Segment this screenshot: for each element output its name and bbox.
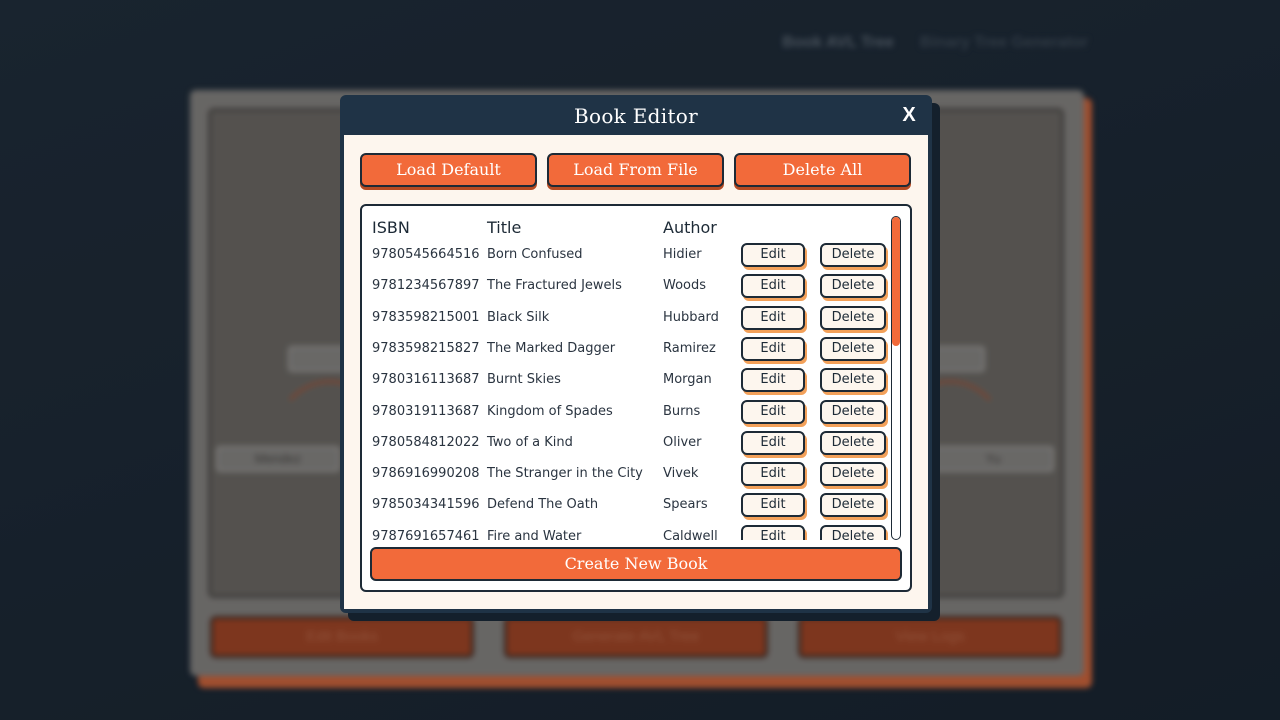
book-author: Hidier xyxy=(663,247,702,262)
book-author: Hubbard xyxy=(663,309,719,325)
table-row: 9780545664516 Born Confused Hidier Edit Dele… xyxy=(362,243,890,274)
modal-header: Book Editor X xyxy=(340,95,932,135)
table-row: 9785034341596 Defend The Oath Spears Edit De… xyxy=(362,493,890,524)
table-row: 9783598215001 Black Silk Hubbard Edit Delete xyxy=(362,305,890,337)
book-editor-modal: Book Editor X Load Default Load From Fil… xyxy=(340,95,932,613)
book-author: Vivek xyxy=(663,466,699,482)
edit-button[interactable]: Edit xyxy=(741,430,805,455)
delete-button[interactable]: Delete xyxy=(820,462,886,487)
book-author: Burns xyxy=(663,403,701,419)
book-author: Caldwell xyxy=(663,528,718,540)
book-isbn: 9781234567897 xyxy=(372,278,480,294)
book-isbn: 9780319113687 xyxy=(372,403,480,419)
book-author: Morgan xyxy=(663,372,712,388)
table-row: 9781234567897 The Fractured Jewels Woods Ed… xyxy=(362,274,890,305)
book-title: The Marked Dagger xyxy=(487,340,616,356)
table-row: 9786916990208 The Stranger in the City Viv… xyxy=(362,462,890,493)
delete-button[interactable]: Delete xyxy=(820,430,886,455)
delete-button[interactable]: Delete xyxy=(820,368,886,393)
table-row: 9787691657461 Fire and Water Caldwell Edit D… xyxy=(362,524,890,540)
delete-button[interactable]: Delete xyxy=(820,305,886,330)
book-author: Woods xyxy=(663,278,707,294)
modal-title: Book Editor xyxy=(574,104,698,128)
book-title: Defend The Oath xyxy=(487,497,599,513)
edit-button[interactable]: Edit xyxy=(741,274,805,299)
book-isbn: 9785034341596 xyxy=(372,497,480,513)
book-author: Ramirez xyxy=(663,340,716,356)
book-author: Spears xyxy=(663,497,708,513)
book-title: Two of a Kind xyxy=(487,434,573,450)
edit-button[interactable]: Edit xyxy=(741,493,805,518)
book-title: Kingdom of Spades xyxy=(487,403,613,419)
delete-button[interactable]: Delete xyxy=(820,274,886,299)
book-title: The Fractured Jewels xyxy=(487,278,622,294)
create-new-book-button[interactable]: Create New Book xyxy=(370,547,902,581)
book-title: Burnt Skies xyxy=(487,372,561,388)
scrollbar-track[interactable] xyxy=(891,216,901,540)
load-default-button[interactable]: Load Default xyxy=(360,153,537,187)
delete-button[interactable]: Delete xyxy=(820,243,886,267)
book-isbn: 9786916990208 xyxy=(372,466,480,482)
column-header-title: Title xyxy=(487,218,522,237)
table-row: 9780584812022 Two of a Kind Oliver Edit Dele… xyxy=(362,430,890,462)
edit-button[interactable]: Edit xyxy=(741,399,805,424)
book-isbn: 9780316113687 xyxy=(372,372,480,388)
edit-button[interactable]: Edit xyxy=(741,336,805,361)
book-list: ISBN Title Author 9780545664516 Born Conf… xyxy=(360,204,912,592)
book-title: Born Confused xyxy=(487,247,583,262)
book-author: Oliver xyxy=(663,434,702,450)
edit-button[interactable]: Edit xyxy=(741,368,805,393)
book-isbn: 9783598215001 xyxy=(372,309,480,325)
delete-button[interactable]: Delete xyxy=(820,399,886,424)
book-title: The Stranger in the City xyxy=(487,466,643,482)
book-isbn: 9780545664516 xyxy=(372,247,480,262)
delete-all-button[interactable]: Delete All xyxy=(734,153,911,187)
table-row: 9780316113687 Burnt Skies Morgan Edit Delete xyxy=(362,368,890,399)
column-header-author: Author xyxy=(663,218,717,237)
book-title: Black Silk xyxy=(487,309,550,325)
column-header-isbn: ISBN xyxy=(372,218,410,237)
edit-button[interactable]: Edit xyxy=(741,305,805,330)
table-row: 9780319113687 Kingdom of Spades Burns Edit D… xyxy=(362,399,890,431)
delete-button[interactable]: Delete xyxy=(820,493,886,518)
load-from-file-button[interactable]: Load From File xyxy=(547,153,724,187)
scrollbar-thumb[interactable] xyxy=(892,217,900,346)
edit-button[interactable]: Edit xyxy=(741,524,805,540)
close-button[interactable]: X xyxy=(896,102,922,128)
edit-button[interactable]: Edit xyxy=(741,462,805,487)
book-isbn: 9787691657461 xyxy=(372,528,480,540)
book-isbn: 9780584812022 xyxy=(372,434,480,450)
edit-button[interactable]: Edit xyxy=(741,243,805,267)
table-row: 9783598215827 The Marked Dagger Ramirez Edi… xyxy=(362,336,890,368)
book-isbn: 9783598215827 xyxy=(372,340,480,356)
modal-body: Load Default Load From File Delete All I… xyxy=(344,135,928,609)
delete-button[interactable]: Delete xyxy=(820,336,886,361)
book-title: Fire and Water xyxy=(487,528,582,540)
delete-button[interactable]: Delete xyxy=(820,524,886,540)
book-list-scroll-area[interactable]: ISBN Title Author 9780545664516 Born Conf… xyxy=(362,206,890,540)
